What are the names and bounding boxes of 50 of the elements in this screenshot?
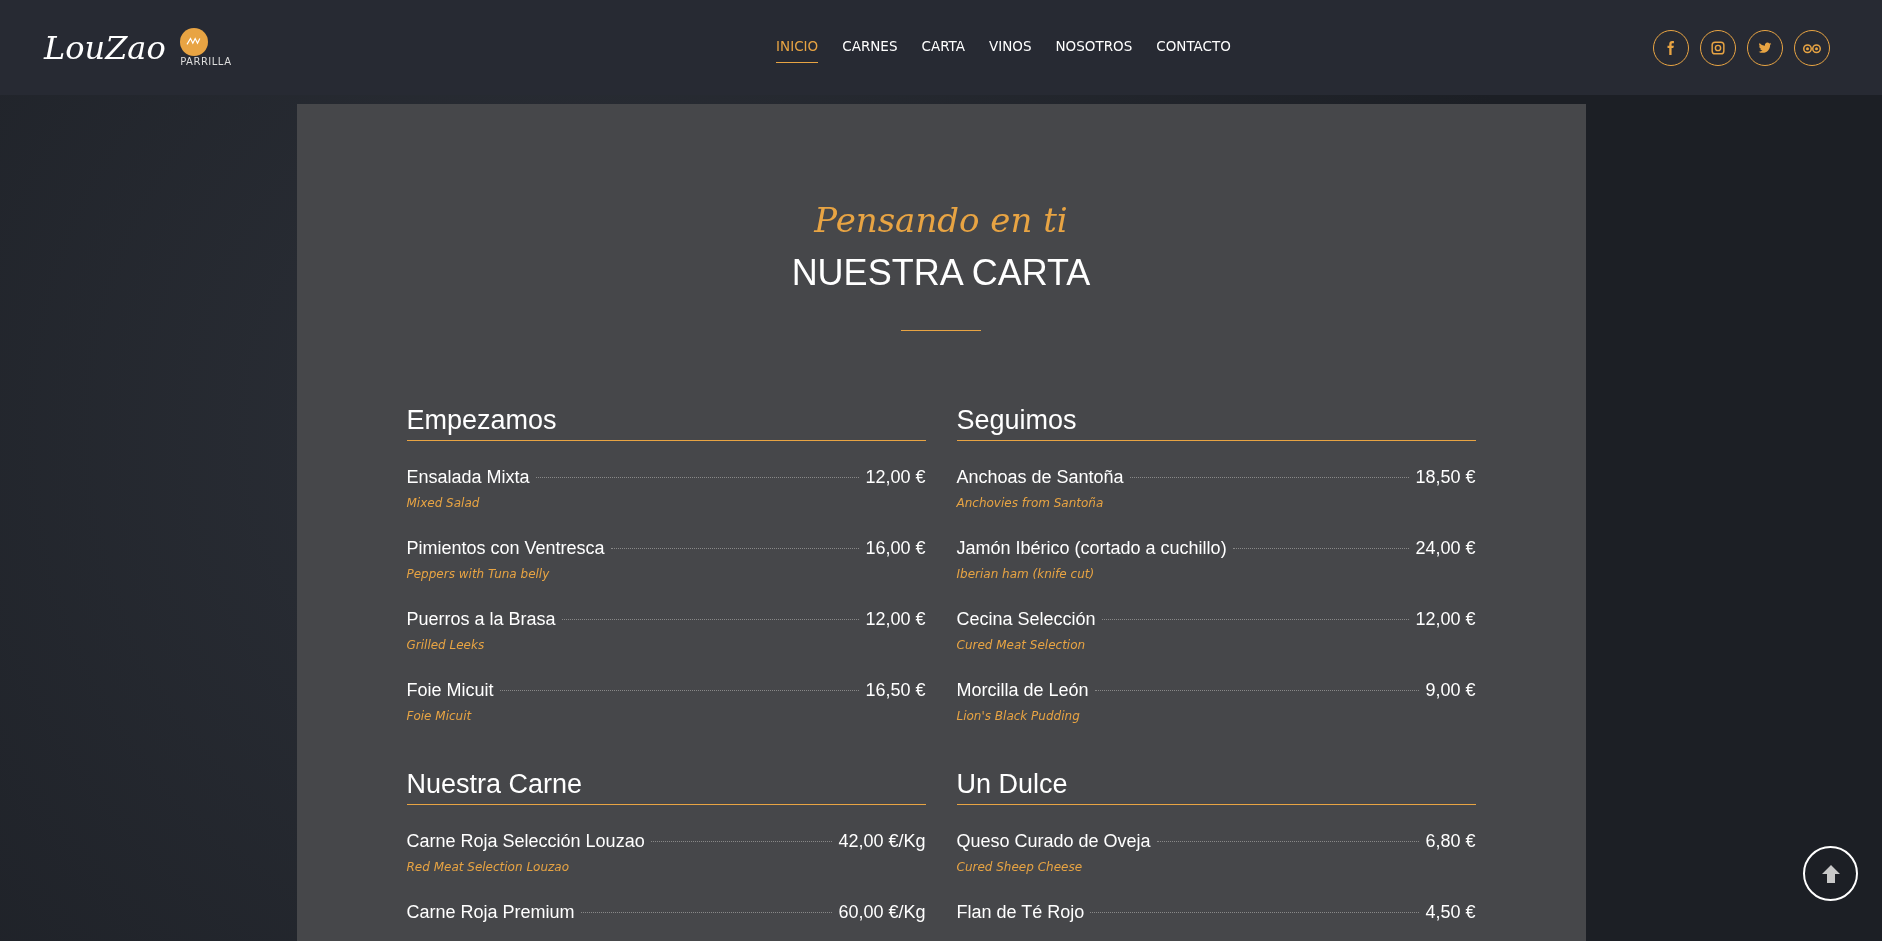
dish-name: Cecina Selección xyxy=(956,609,1096,630)
dish-translation: Foie Micuit xyxy=(406,709,473,723)
dish-translation: Grilled Leeks xyxy=(406,638,486,652)
dish-price: 16,00 € xyxy=(865,538,926,559)
logo-script[interactable]: LouZao xyxy=(44,28,179,67)
dish-price: 24,00 € xyxy=(1415,538,1476,559)
dish-name: Morcilla de León xyxy=(956,680,1089,701)
nav-link[interactable]: VINOS xyxy=(988,32,1032,63)
dish-name: Anchoas de Santoña xyxy=(956,467,1124,488)
dish-translation: Cured Sheep Cheese xyxy=(956,860,1084,874)
logo-badge-icon xyxy=(180,28,209,56)
dish-translation: Peppers with Tuna belly xyxy=(406,567,551,581)
menu-subtitle: Pensando en ti xyxy=(814,200,1068,240)
dish-translation: Cured Meat Selection xyxy=(956,638,1087,652)
dish-translation: Anchovies from Santoña xyxy=(956,496,1105,510)
dish-name: Carne Roja Premium xyxy=(406,902,575,923)
dish-price: 6,80 € xyxy=(1425,831,1476,852)
dish-price: 60,00 €/Kg xyxy=(838,902,926,923)
dish-price: 12,00 € xyxy=(865,467,926,488)
section-heading: Un Dulce xyxy=(956,769,1476,805)
section-heading: Seguimos xyxy=(956,405,1476,441)
dish-price: 12,00 € xyxy=(1415,609,1476,630)
scroll-top-button[interactable] xyxy=(1803,846,1858,901)
dish-price: 12,00 € xyxy=(865,609,926,630)
dish-name: Flan de Té Rojo xyxy=(956,902,1085,923)
dish-name: Puerros a la Brasa xyxy=(406,609,556,630)
logo-tagline: PARRILLA xyxy=(180,56,233,67)
dish-translation: Lion's Black Pudding xyxy=(956,709,1081,723)
nav-link[interactable]: CONTACTO xyxy=(1156,32,1231,63)
dish-price: 4,50 € xyxy=(1425,902,1476,923)
dish-price: 18,50 € xyxy=(1415,467,1476,488)
nav-link[interactable]: CARTA xyxy=(921,32,965,63)
dish-price: 42,00 €/Kg xyxy=(838,831,926,852)
dish-name: Foie Micuit xyxy=(406,680,494,701)
nav-link[interactable]: INICIO xyxy=(776,32,819,63)
dish-translation: Mixed Salad xyxy=(406,496,481,510)
section-heading: Nuestra Carne xyxy=(406,769,926,805)
menu-title: NUESTRA CARTA xyxy=(791,252,1091,294)
nav-link[interactable]: NOSOTROS xyxy=(1055,32,1133,63)
dish-price: 9,00 € xyxy=(1425,680,1476,701)
dish-price: 16,50 € xyxy=(865,680,926,701)
dish-name: Queso Curado de Oveja xyxy=(956,831,1151,852)
dish-name: Ensalada Mixta xyxy=(406,467,530,488)
dish-translation: Iberian ham (knife cut) xyxy=(956,567,1096,581)
section-heading: Empezamos xyxy=(406,405,926,441)
dish-name: Jamón Ibérico (cortado a cuchillo) xyxy=(956,538,1227,559)
dish-name: Carne Roja Selección Louzao xyxy=(406,831,645,852)
dish-name: Pimientos con Ventresca xyxy=(406,538,605,559)
dish-translation: Red Meat Selection Louzao xyxy=(406,860,570,874)
nav-link[interactable]: CARNES xyxy=(842,32,898,63)
